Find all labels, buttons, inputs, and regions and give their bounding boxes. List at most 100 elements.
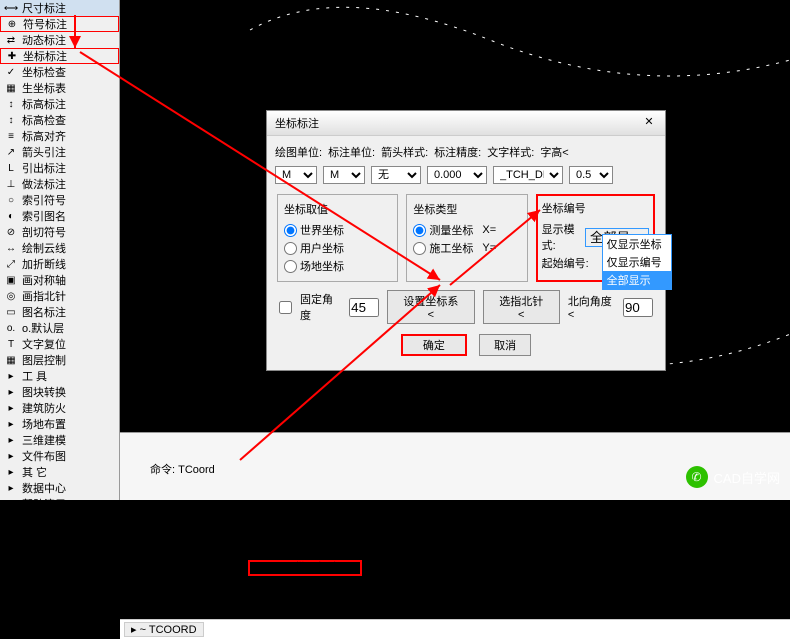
cmd-line-2: 当前绘图单位:M;标注单位:M;以世界坐标取值;北向角度90度: [150, 505, 760, 519]
sidebar-item-13[interactable]: ◐索引图名: [0, 208, 119, 224]
fixed-angle-checkbox[interactable]: [279, 301, 292, 314]
display-mode-dropdown[interactable]: 仅显示坐标 仅显示编号 全部显示: [602, 234, 672, 290]
sidebar-icon: ◎: [4, 289, 18, 303]
annot-unit-select[interactable]: M: [323, 166, 365, 184]
annot-prec-select[interactable]: 0.000: [427, 166, 487, 184]
sidebar-icon: T: [4, 337, 18, 351]
fixed-angle-input[interactable]: [349, 298, 379, 317]
sidebar-icon: ⟷: [4, 1, 18, 15]
sidebar-item-label: 生坐标表: [22, 80, 66, 96]
sidebar-item-label: 做法标注: [22, 176, 66, 192]
draw-unit-select[interactable]: M: [275, 166, 317, 184]
sidebar-item-16[interactable]: ⤢加折断线: [0, 256, 119, 272]
set-origin-button[interactable]: 设置坐标系<: [387, 290, 474, 324]
construct-coord-radio[interactable]: [413, 242, 426, 255]
sidebar-item-17[interactable]: ▣画对称轴: [0, 272, 119, 288]
sidebar-item-label: 动态标注: [22, 32, 66, 48]
sidebar-icon: L: [4, 161, 18, 175]
command-input-row[interactable]: ▸ ~ TCOORD: [120, 619, 790, 639]
cancel-button[interactable]: 取消: [479, 334, 531, 356]
sidebar-item-22[interactable]: ▦ 图层控制: [0, 352, 119, 368]
sidebar-item-1[interactable]: ⊕符号标注: [0, 16, 119, 32]
sidebar-item-10[interactable]: L引出标注: [0, 160, 119, 176]
sidebar-item-label: 索引符号: [22, 192, 66, 208]
arrow-style-label: 箭头样式:: [381, 144, 428, 160]
text-style-label: 文字样式:: [487, 144, 534, 160]
sidebar-item-29[interactable]: ▸其 它: [0, 464, 119, 480]
sidebar-item-label: 绘制云线: [22, 240, 66, 256]
sidebar-icon: ✚: [5, 49, 19, 63]
sidebar-item-label: 剖切符号: [22, 224, 66, 240]
world-coord-radio[interactable]: [284, 224, 297, 237]
wechat-icon: ✆: [686, 466, 708, 488]
survey-coord-radio[interactable]: [413, 224, 426, 237]
sidebar-item-21[interactable]: T 文字复位: [0, 336, 119, 352]
sidebar-icon: ▸: [4, 497, 18, 511]
sidebar-item-23[interactable]: ▸工 具: [0, 368, 119, 384]
sidebar-item-8[interactable]: ≡标高对齐: [0, 128, 119, 144]
coord-value-group: 坐标取值 世界坐标 用户坐标 场地坐标: [277, 194, 398, 282]
sidebar-item-label: 坐标检查: [22, 64, 66, 80]
sidebar-item-19[interactable]: ▭图名标注: [0, 304, 119, 320]
sidebar-item-label: 画对称轴: [22, 272, 66, 288]
draw-unit-label: 绘图单位:: [275, 144, 322, 160]
sidebar-item-26[interactable]: ▸场地布置: [0, 416, 119, 432]
close-icon[interactable]: ✕: [641, 115, 657, 131]
text-height-select[interactable]: 0.5: [569, 166, 613, 184]
dropdown-option[interactable]: 仅显示编号: [603, 253, 671, 271]
sidebar-item-24[interactable]: ▸图块转换: [0, 384, 119, 400]
sidebar-item-5[interactable]: ▦生坐标表: [0, 80, 119, 96]
sidebar-icon: ◐: [4, 209, 18, 223]
sidebar-icon: ⇄: [4, 33, 18, 47]
field-coord-radio[interactable]: [284, 260, 297, 273]
sidebar-item-11[interactable]: ⊥做法标注: [0, 176, 119, 192]
sidebar-item-6[interactable]: ↕标高标注: [0, 96, 119, 112]
sidebar-item-15[interactable]: ↔ 绘制云线: [0, 240, 119, 256]
sidebar-icon: ▸: [4, 417, 18, 431]
sidebar-item-label: 文字复位: [22, 336, 66, 352]
sidebar-item-14[interactable]: ⊘ 剖切符号: [0, 224, 119, 240]
arrow-style-select[interactable]: 无: [371, 166, 421, 184]
sidebar-item-27[interactable]: ▸三维建模: [0, 432, 119, 448]
sidebar-item-25[interactable]: ▸建筑防火: [0, 400, 119, 416]
sidebar-item-12[interactable]: ○ 索引符号: [0, 192, 119, 208]
user-coord-radio[interactable]: [284, 242, 297, 255]
sidebar-item-0[interactable]: ⟷尺寸标注: [0, 0, 119, 16]
sidebar-item-2[interactable]: ⇄ 动态标注: [0, 32, 119, 48]
sidebar-item-label: o.默认层: [22, 320, 64, 336]
sidebar-icon: ↔: [4, 241, 18, 255]
text-style-select[interactable]: _TCH_DIM: [493, 166, 563, 184]
sidebar-item-label: 标高对齐: [22, 128, 66, 144]
sidebar-item-label: 文件布图: [22, 448, 66, 464]
sidebar-item-31[interactable]: ▸帮助演示: [0, 496, 119, 512]
sidebar-item-9[interactable]: ↗箭头引注: [0, 144, 119, 160]
north-angle-input[interactable]: [623, 298, 653, 317]
sidebar-item-32[interactable]: ▸授权信息: [0, 512, 119, 528]
sidebar-item-label: 其 它: [22, 464, 47, 480]
sidebar-item-7[interactable]: ↕ 标高检查: [0, 112, 119, 128]
sidebar-icon: ↕: [4, 97, 18, 111]
cmd-prompt: ▸ ~ TCOORD: [124, 622, 204, 637]
dropdown-option[interactable]: 仅显示坐标: [603, 235, 671, 253]
sidebar-icon: ⊘: [4, 225, 18, 239]
dropdown-option-selected[interactable]: 全部显示: [603, 271, 671, 289]
ok-button[interactable]: 确定: [401, 334, 467, 356]
cmd-line-3: 请点取标注点或 [设置(S)\批量标注(Q)]<退出>:S: [150, 547, 760, 589]
sidebar-item-label: 图层控制: [22, 352, 66, 368]
sidebar-item-3[interactable]: ✚坐标标注: [0, 48, 119, 64]
sidebar-item-label: 授权信息: [22, 512, 66, 528]
sidebar-icon: ▭: [4, 305, 18, 319]
sidebar-item-label: 标高检查: [22, 112, 66, 128]
sidebar: ⟷尺寸标注⊕符号标注⇄动态标注✚坐标标注✓坐标检查▦生坐标表↕标高标注↕标高检查…: [0, 0, 120, 500]
sidebar-icon: ○: [4, 193, 18, 207]
dialog-titlebar[interactable]: 坐标标注 ✕: [267, 111, 665, 136]
cmd-line-1: 命令: TCoord: [150, 463, 760, 477]
select-north-button[interactable]: 选指北针<: [483, 290, 560, 324]
sidebar-item-4[interactable]: ✓坐标检查: [0, 64, 119, 80]
sidebar-icon: ↕: [4, 113, 18, 127]
sidebar-item-30[interactable]: ▸数据中心: [0, 480, 119, 496]
sidebar-item-20[interactable]: o.o.默认层: [0, 320, 119, 336]
sidebar-item-18[interactable]: ◎画指北针: [0, 288, 119, 304]
sidebar-item-28[interactable]: ▸文件布图: [0, 448, 119, 464]
sidebar-icon: ▦: [4, 353, 18, 367]
